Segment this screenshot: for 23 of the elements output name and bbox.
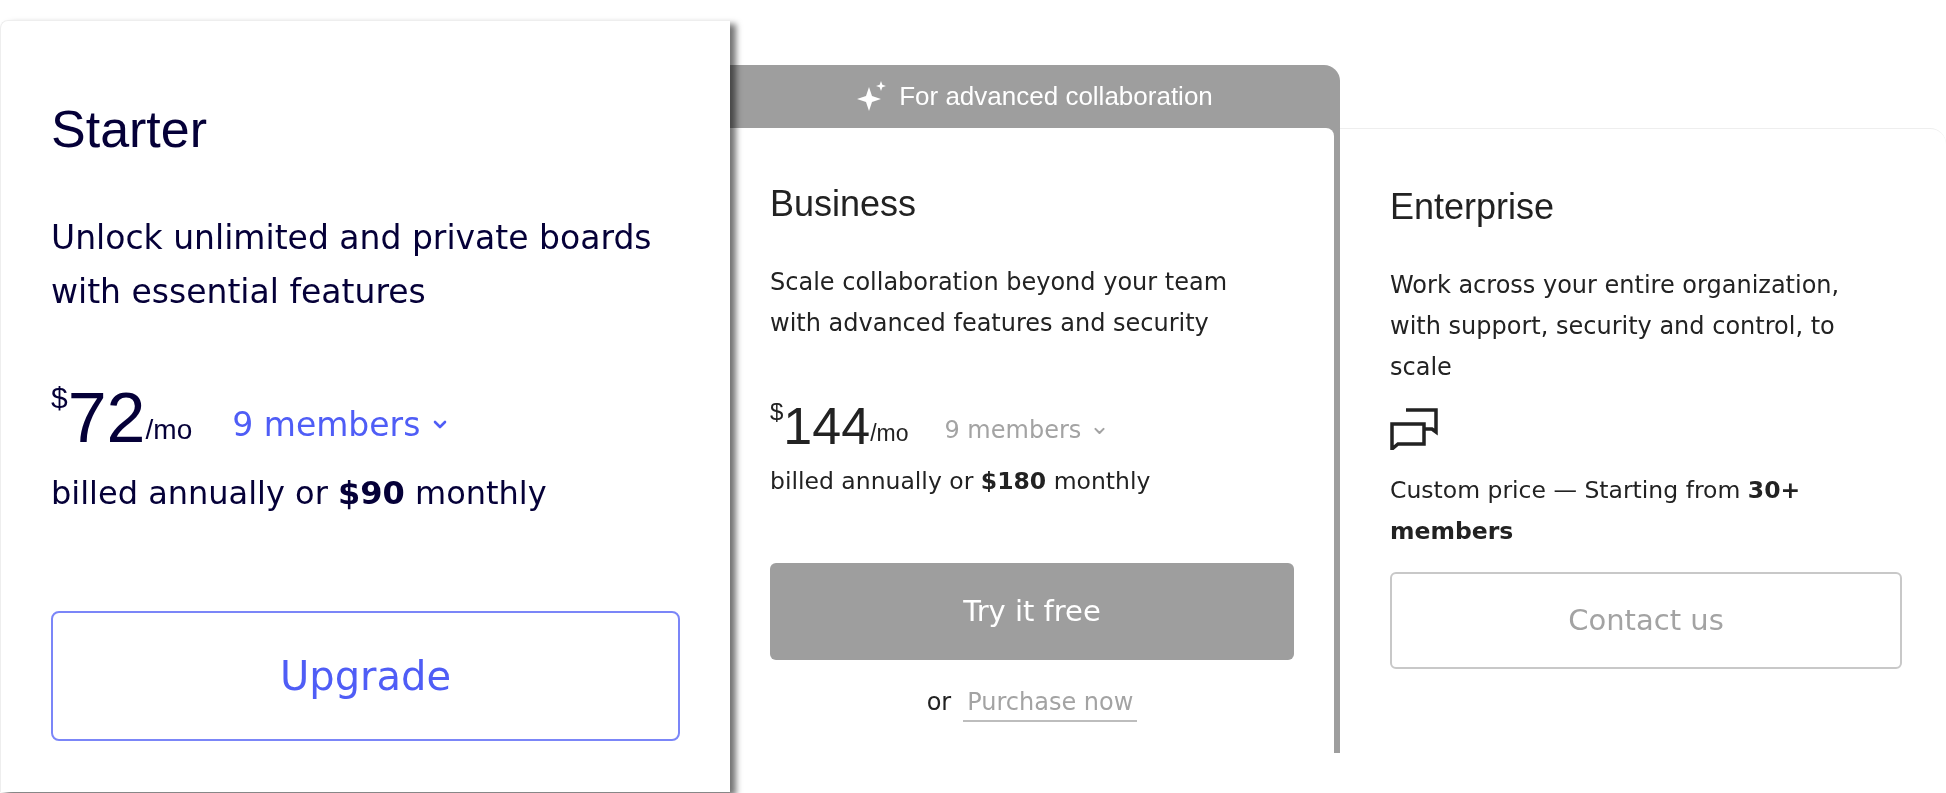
price-amount: $144 — [770, 400, 871, 452]
purchase-link[interactable]: Purchase now — [963, 684, 1138, 723]
plan-description: Scale collaboration beyond your team with advanced features and security — [770, 267, 1229, 339]
price-amount: $72 — [51, 383, 146, 453]
alt-action-prefix: or — [926, 687, 952, 719]
plan-title: Starter — [51, 103, 209, 155]
chat-bubbles-icon — [1390, 408, 1438, 450]
outline-button[interactable]: Upgrade — [51, 611, 680, 741]
billing-note: billed annually or $90 monthly — [51, 473, 548, 514]
price-period: /mo — [870, 419, 909, 448]
outline-button[interactable]: Contact us — [1390, 572, 1902, 669]
price-period: /mo — [145, 414, 193, 447]
custom-price-note: Custom price — Starting from 30+ members — [1390, 475, 1802, 547]
banner-label: For advanced collaboration — [899, 80, 1213, 113]
plan-description: Unlock unlimited and private boards with essential features — [51, 217, 653, 313]
plan-description: Work across your entire organization, with support, security and control, to scale — [1390, 270, 1841, 383]
billing-note: billed annually or $180 monthly — [770, 466, 1152, 497]
members-dropdown[interactable]: 9 members — [232, 399, 449, 449]
members-dropdown[interactable]: 9 members — [944, 412, 1107, 448]
plan-title: Business — [770, 186, 918, 222]
primary-button[interactable]: Try it free — [770, 563, 1294, 661]
plan-title: Enterprise — [1390, 189, 1556, 225]
sparkle-icon — [857, 80, 888, 113]
